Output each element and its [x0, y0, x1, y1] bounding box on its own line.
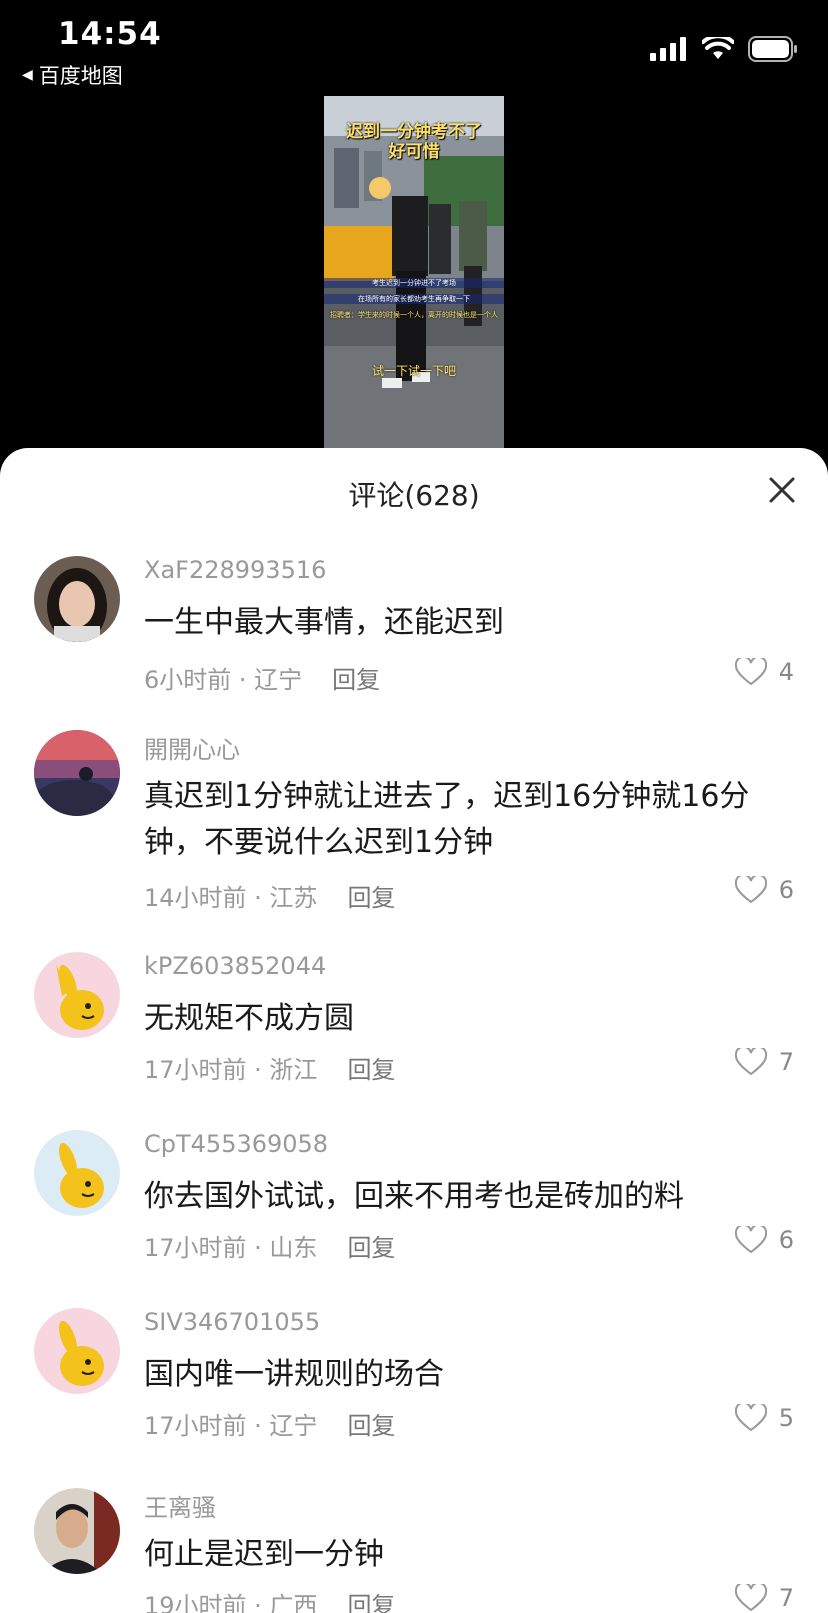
video-caption-bottom: 试一下试一下吧	[371, 364, 456, 378]
reply-button[interactable]: 回复	[347, 1406, 395, 1441]
like-button[interactable]: 7	[734, 1048, 794, 1076]
status-icons	[650, 36, 798, 62]
close-icon[interactable]	[766, 474, 798, 506]
comment-item: SIV346701055 国内唯一讲规则的场合 17小时前 · 辽宁 回复 5	[0, 1308, 828, 1448]
like-button[interactable]: 5	[734, 1404, 794, 1432]
avatar[interactable]	[34, 556, 120, 642]
like-count: 6	[778, 1226, 794, 1254]
heart-icon	[734, 658, 767, 686]
comment-text: 你去国外试试，回来不用考也是砖加的料	[144, 1179, 684, 1214]
back-app-label: 百度地图	[38, 64, 123, 88]
like-button[interactable]: 4	[734, 658, 794, 686]
wifi-icon	[702, 37, 734, 59]
comment-time-location: 17小时前 · 辽宁	[144, 1412, 318, 1440]
like-count: 4	[778, 658, 794, 686]
like-count: 7	[778, 1584, 794, 1612]
comment-item: kPZ603852044 无规矩不成方圆 17小时前 · 浙江 回复 7	[0, 952, 828, 1092]
video-caption-top: 迟到一分钟考不了 好可惜	[346, 122, 482, 162]
yellow-rabbit-avatar	[34, 1130, 120, 1216]
reply-button[interactable]: 回复	[347, 1050, 395, 1085]
comments-sheet: 评论(628) XaF228993516 一生中最大事情，还能迟到 6小时前 ·…	[0, 448, 828, 1613]
comment-text: 真迟到1分钟就让进去了，迟到16分钟就16分钟，不要说什么迟到1分钟	[144, 779, 750, 860]
avatar[interactable]	[34, 952, 120, 1038]
like-count: 5	[778, 1404, 794, 1432]
reply-button[interactable]: 回复	[347, 1228, 395, 1263]
comment-item: 開開心心 真迟到1分钟就让进去了，迟到16分钟就16分钟，不要说什么迟到1分钟 …	[0, 730, 828, 920]
comment-item: CpT455369058 你去国外试试，回来不用考也是砖加的料 17小时前 · …	[0, 1130, 828, 1270]
reply-button[interactable]: 回复	[347, 1586, 395, 1613]
comment-time-location: 19小时前 · 广西	[144, 1592, 318, 1613]
video-subtitle-3: 招聘者：学生来的时候一个人，离开的时候也是一个人	[330, 311, 498, 319]
back-to-app-link[interactable]: ◀ 百度地图	[22, 60, 123, 90]
man-photo-avatar	[34, 1488, 120, 1574]
status-time: 14:54	[58, 16, 162, 52]
comment-time-location: 17小时前 · 山东	[144, 1234, 318, 1262]
yellow-rabbit-avatar	[34, 952, 120, 1038]
video-subtitle-2: 在场所有的家长都劝考生再争取一下	[324, 294, 504, 304]
comment-meta: 17小时前 · 浙江 回复	[144, 1050, 395, 1085]
comment-text: 何止是迟到一分钟	[144, 1537, 384, 1572]
sunset-illustration-avatar	[34, 730, 120, 816]
comment-time-location: 14小时前 · 江苏	[144, 884, 318, 912]
comment-meta: 17小时前 · 辽宁 回复	[144, 1406, 395, 1441]
comment-username[interactable]: CpT455369058	[144, 1130, 328, 1158]
comment-time-location: 6小时前 · 辽宁	[144, 666, 303, 694]
back-triangle-icon: ◀	[22, 67, 33, 83]
like-button[interactable]: 7	[734, 1584, 794, 1612]
heart-icon	[734, 1226, 767, 1254]
heart-icon	[734, 1048, 767, 1076]
woman-photo-avatar	[34, 556, 120, 642]
comment-username[interactable]: 開開心心	[144, 730, 240, 765]
like-button[interactable]: 6	[734, 876, 794, 904]
avatar[interactable]	[34, 1130, 120, 1216]
avatar[interactable]	[34, 1488, 120, 1574]
comment-meta: 6小时前 · 辽宁 回复	[144, 660, 380, 695]
heart-icon	[734, 876, 767, 904]
video-subtitle-1: 考生迟到一分钟进不了考场	[324, 278, 504, 288]
comment-meta: 19小时前 · 广西 回复	[144, 1586, 395, 1613]
avatar[interactable]	[34, 730, 120, 816]
comment-item: XaF228993516 一生中最大事情，还能迟到 6小时前 · 辽宁 回复 4	[0, 556, 828, 696]
battery-icon	[748, 36, 797, 62]
like-button[interactable]: 6	[734, 1226, 794, 1254]
comment-item: 王离骚 何止是迟到一分钟 19小时前 · 广西 回复 7	[0, 1488, 828, 1613]
comment-username[interactable]: XaF228993516	[144, 556, 326, 584]
comment-meta: 14小时前 · 江苏 回复	[144, 878, 395, 913]
video-player[interactable]: 迟到一分钟考不了 好可惜 考生迟到一分钟进不了考场 在场所有的家长都劝考生再争取…	[324, 96, 504, 448]
heart-icon	[734, 1584, 767, 1612]
comment-meta: 17小时前 · 山东 回复	[144, 1228, 395, 1263]
comment-username[interactable]: SIV346701055	[144, 1308, 320, 1336]
comment-text: 国内唯一讲规则的场合	[144, 1357, 444, 1392]
signal-icon	[650, 37, 686, 61]
comment-username[interactable]: 王离骚	[144, 1488, 216, 1523]
comment-text: 一生中最大事情，还能迟到	[144, 605, 504, 640]
yellow-rabbit-avatar	[34, 1308, 120, 1394]
heart-icon	[734, 1404, 767, 1432]
like-count: 6	[778, 876, 794, 904]
comment-text: 无规矩不成方圆	[144, 1001, 354, 1036]
reply-button[interactable]: 回复	[332, 660, 380, 695]
comment-time-location: 17小时前 · 浙江	[144, 1056, 318, 1084]
status-bar: 14:54 ◀ 百度地图	[0, 0, 828, 96]
comment-username[interactable]: kPZ603852044	[144, 952, 326, 980]
reply-button[interactable]: 回复	[347, 878, 395, 913]
comments-header: 评论(628)	[0, 448, 828, 534]
comments-title: 评论(628)	[348, 479, 480, 512]
avatar[interactable]	[34, 1308, 120, 1394]
like-count: 7	[778, 1048, 794, 1076]
